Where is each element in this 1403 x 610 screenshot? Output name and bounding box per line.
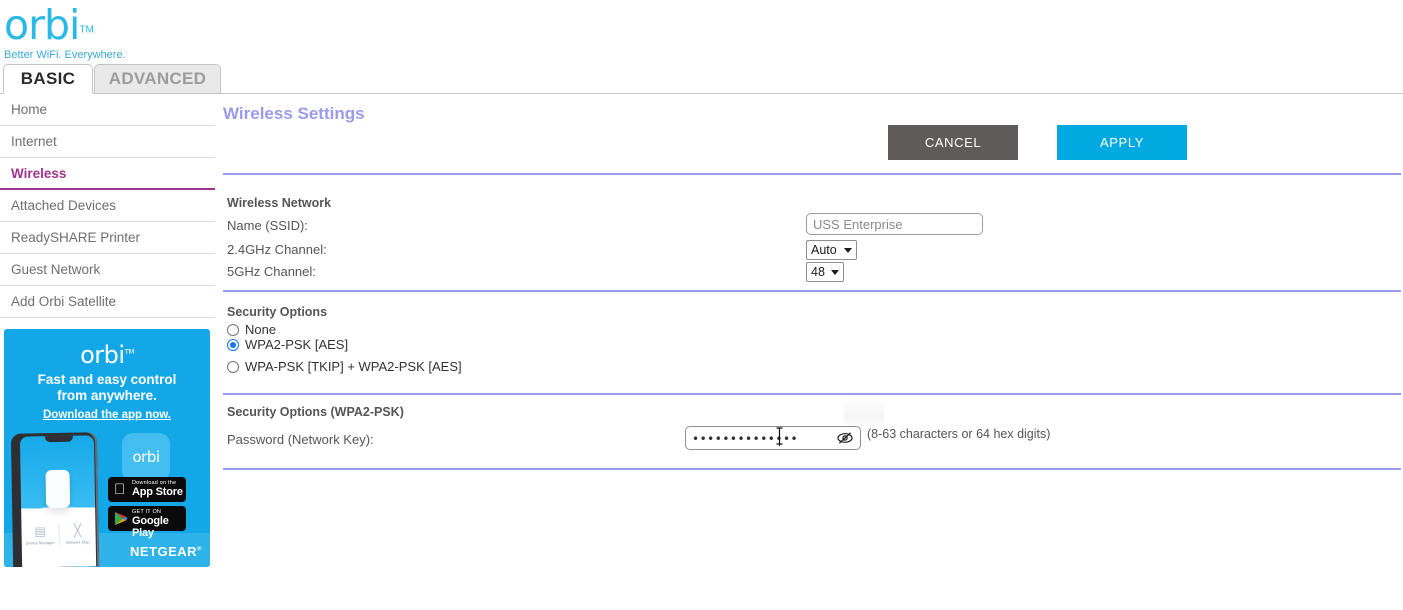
netgear-registered-mark: ® [197, 546, 202, 553]
promo-trademark-mark: TM [124, 348, 135, 356]
promo-download-link[interactable]: Download the app now. [4, 409, 210, 421]
page-title: Wireless Settings [223, 104, 365, 123]
label-password-network-key: Password (Network Key): [227, 432, 374, 447]
apply-button[interactable]: APPLY [1057, 125, 1187, 160]
promo-banner[interactable]: orbiTM Fast and easy control from anywhe… [4, 329, 210, 567]
google-play-badge[interactable]: GET IT ON Google Play [108, 506, 186, 539]
phone-tile-network-map: ╳ Network Map [58, 523, 96, 545]
eye-slash-icon[interactable] [836, 430, 854, 446]
divider-after-security-options [223, 393, 1401, 395]
radio-option-wpa-psk-tkip-wpa2-psk-aes[interactable]: WPA-PSK [TKIP] + WPA2-PSK [AES] [227, 359, 462, 374]
sidebar-item-internet[interactable]: Internet [0, 126, 215, 158]
channel-24ghz-select[interactable]: Auto [806, 240, 857, 260]
promo-headline-line1: Fast and easy control [37, 372, 177, 387]
channel-5ghz-selected-value: 48 [811, 265, 825, 279]
sidebar-item-wireless[interactable]: Wireless [0, 158, 215, 190]
chevron-down-icon [844, 248, 852, 253]
app-store-badge[interactable]:  Download on the App Store [108, 477, 186, 502]
ssid-input[interactable] [806, 213, 983, 235]
orbi-logo: orbiTM [4, 2, 94, 48]
chevron-down-icon [831, 270, 839, 275]
password-hint: (8-63 characters or 64 hex digits) [867, 427, 1051, 441]
router-device-image [45, 469, 71, 509]
divider-bottom [223, 468, 1401, 470]
router-shadow [38, 505, 79, 514]
phone-mockup: ▤ Device Manager ╳ Network Map [10, 432, 100, 567]
netgear-wordmark-text: NETGEAR [130, 544, 198, 559]
channel-24ghz-selected-value: Auto [811, 243, 837, 257]
tab-advanced[interactable]: ADVANCED [94, 64, 221, 94]
app-store-badge-large: App Store [132, 486, 183, 498]
channel-5ghz-select[interactable]: 48 [806, 262, 844, 282]
section-heading-wpa2-psk: Security Options (WPA2-PSK) [227, 405, 404, 419]
device-manager-icon: ▤ [34, 524, 46, 539]
password-tooltip-ghost [844, 394, 884, 428]
phone-screen: ▤ Device Manager ╳ Network Map [19, 435, 97, 567]
text-caret [779, 431, 780, 446]
phone-notch [44, 435, 73, 443]
brand-tagline: Better WiFi. Everywhere. [4, 49, 126, 61]
phone-tile-device-manager: ▤ Device Manager [21, 524, 58, 546]
sidebar-item-home[interactable]: Home [0, 94, 215, 126]
tab-basic[interactable]: BASIC [3, 64, 93, 94]
label-channel-5ghz: 5GHz Channel: [227, 264, 316, 279]
section-heading-security-options: Security Options [227, 305, 328, 319]
radio-label-none: None [245, 322, 277, 337]
promo-orbi-logo: orbiTM [4, 341, 210, 369]
google-play-badge-large: Google Play [132, 515, 169, 539]
orbi-app-icon: orbi [122, 433, 170, 481]
section-heading-wireless-network: Wireless Network [227, 196, 332, 210]
apple-icon:  [114, 481, 125, 498]
cancel-button[interactable]: CANCEL [888, 125, 1018, 160]
google-play-icon [114, 511, 128, 530]
sidebar-item-add-orbi-satellite[interactable]: Add Orbi Satellite [0, 286, 215, 318]
password-input[interactable]: •••••••••••••• [685, 426, 861, 450]
sidebar-item-guest-network[interactable]: Guest Network [0, 254, 215, 286]
netgear-wordmark: NETGEAR® [130, 544, 202, 559]
network-map-icon: ╳ [73, 523, 82, 538]
label-channel-24ghz: 2.4GHz Channel: [227, 242, 327, 257]
orbi-logo-text: orbi [4, 1, 80, 49]
radio-icon-wpa2-psk-aes[interactable] [227, 339, 239, 351]
password-masked-value: •••••••••••••• [692, 432, 799, 446]
radio-label-wpa-psk-tkip-wpa2-psk-aes: WPA-PSK [TKIP] + WPA2-PSK [AES] [245, 359, 462, 374]
promo-orbi-logo-text: orbi [80, 341, 125, 369]
sidebar-nav: Home Internet Wireless Attached Devices … [0, 94, 215, 318]
phone-tile-network-map-label: Network Map [65, 539, 90, 545]
radio-icon-wpa-psk-tkip-wpa2-psk-aes[interactable] [227, 361, 239, 373]
promo-headline-line2: from anywhere. [57, 388, 157, 403]
radio-label-wpa2-psk-aes: WPA2-PSK [AES] [245, 337, 349, 352]
phone-tile-device-manager-label: Device Manager [25, 540, 55, 546]
trademark-mark: TM [79, 24, 94, 36]
sidebar-item-readyshare-printer[interactable]: ReadySHARE Printer [0, 222, 215, 254]
radio-option-wpa2-psk-aes[interactable]: WPA2-PSK [AES] [227, 337, 348, 352]
divider-top [223, 173, 1401, 175]
label-ssid: Name (SSID): [227, 218, 308, 233]
radio-option-none[interactable]: None [227, 322, 276, 337]
divider-after-wireless-network [223, 290, 1401, 292]
radio-icon-none[interactable] [227, 324, 239, 336]
app-header: orbiTM Better WiFi. Everywhere. [0, 0, 1403, 62]
sidebar-item-attached-devices[interactable]: Attached Devices [0, 190, 215, 222]
